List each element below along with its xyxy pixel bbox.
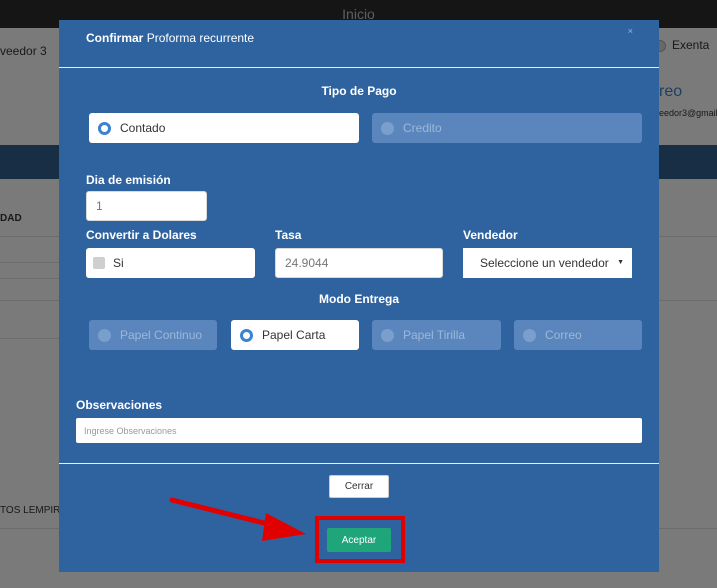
rate-label: Tasa <box>275 228 302 242</box>
delivery-mode-title: Modo Entrega <box>319 292 399 306</box>
delivery-option-label: Papel Tirilla <box>403 328 466 342</box>
payment-option-contado[interactable]: Contado <box>89 113 359 143</box>
rate-input[interactable]: 24.9044 <box>275 248 443 278</box>
delivery-option-papel-tirilla[interactable]: Papel Tirilla <box>372 320 501 350</box>
checkbox-label: Si <box>113 256 124 270</box>
delivery-option-label: Papel Carta <box>262 328 326 342</box>
modal-title: Confirmar Proforma recurrente <box>86 31 254 45</box>
payment-type-title: Tipo de Pago <box>321 84 397 98</box>
delivery-option-papel-carta[interactable]: Papel Carta <box>231 320 359 350</box>
observations-input[interactable]: Ingrese Observaciones <box>76 418 642 443</box>
seller-select[interactable]: Seleccione un vendedor ▼ <box>463 248 632 278</box>
seller-label: Vendedor <box>463 228 518 242</box>
delivery-option-papel-continuo[interactable]: Papel Continuo <box>89 320 217 350</box>
radio-unselected-icon <box>523 328 536 342</box>
checkbox-icon <box>93 257 105 269</box>
delivery-option-correo[interactable]: Correo <box>514 320 642 350</box>
radio-unselected-icon <box>381 121 394 135</box>
radio-unselected-icon <box>381 328 394 342</box>
issue-day-label: Dia de emisión <box>86 173 171 187</box>
modal-title-bold: Confirmar <box>86 31 144 45</box>
caret-down-icon: ▼ <box>617 259 624 266</box>
close-button[interactable]: Cerrar <box>329 475 389 498</box>
delivery-option-label: Papel Continuo <box>120 328 203 342</box>
payment-option-label: Contado <box>120 121 166 135</box>
modal-title-rest: Proforma recurrente <box>146 31 255 45</box>
observations-label: Observaciones <box>76 398 163 412</box>
footer-divider <box>59 463 659 464</box>
seller-select-value: Seleccione un vendedor <box>480 256 609 270</box>
issue-day-input[interactable]: 1 <box>86 191 207 221</box>
radio-selected-icon <box>240 328 253 342</box>
delivery-option-label: Correo <box>545 328 582 342</box>
payment-option-credito[interactable]: Credito <box>372 113 642 143</box>
confirm-proforma-modal: Confirmar Proforma recurrente × Tipo de … <box>59 20 659 572</box>
modal-header: Confirmar Proforma recurrente × <box>59 20 659 68</box>
radio-selected-icon <box>98 121 111 135</box>
payment-option-label: Credito <box>403 121 442 135</box>
close-icon[interactable]: × <box>628 26 633 36</box>
convert-dollars-checkbox[interactable]: Si <box>86 248 255 278</box>
radio-unselected-icon <box>98 328 111 342</box>
convert-dollars-label: Convertir a Dolares <box>86 228 197 242</box>
highlight-box <box>315 516 405 563</box>
